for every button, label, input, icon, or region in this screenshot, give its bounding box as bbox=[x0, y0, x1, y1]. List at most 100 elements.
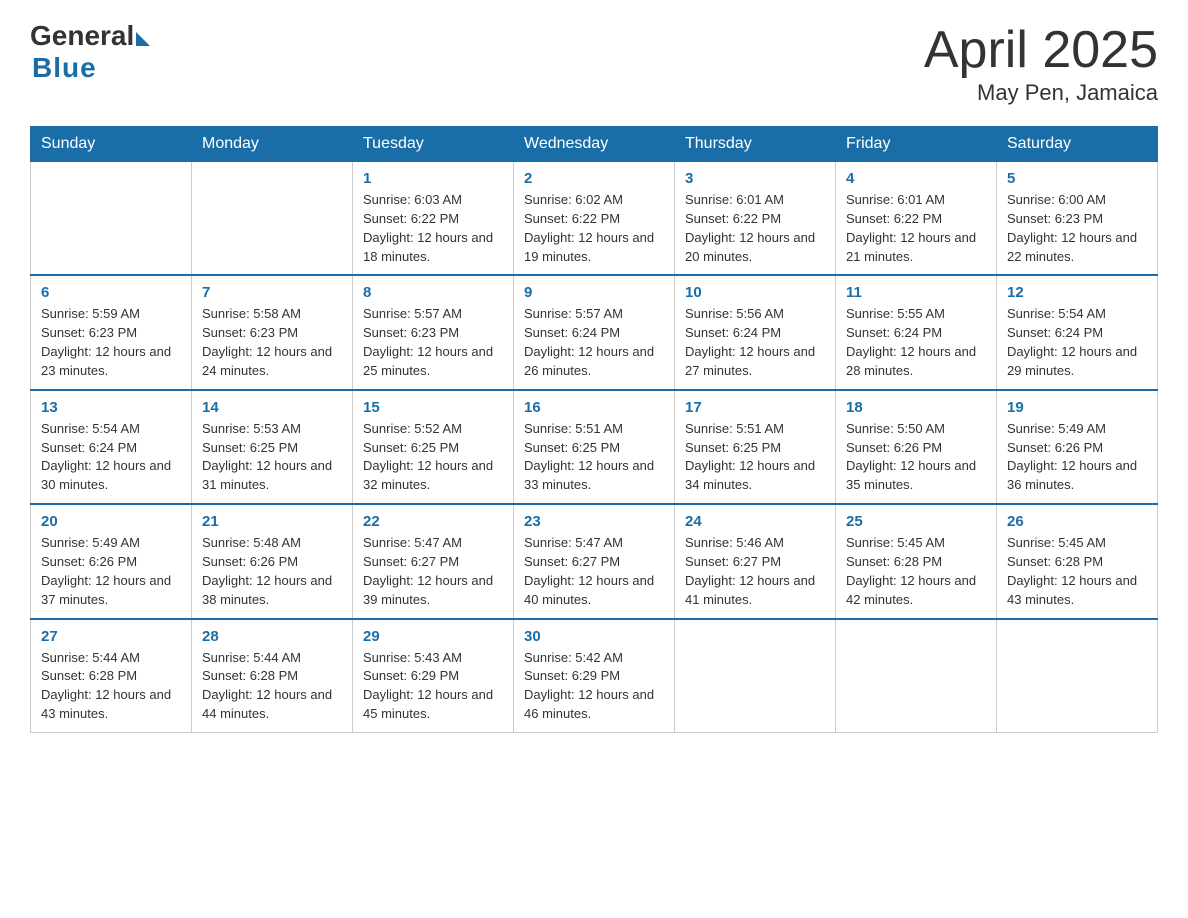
day-number: 21 bbox=[202, 513, 342, 530]
day-info: Sunrise: 5:45 AMSunset: 6:28 PMDaylight:… bbox=[1007, 534, 1147, 609]
day-number: 14 bbox=[202, 399, 342, 416]
day-info: Sunrise: 5:52 AMSunset: 6:25 PMDaylight:… bbox=[363, 420, 503, 495]
day-info: Sunrise: 6:02 AMSunset: 6:22 PMDaylight:… bbox=[524, 191, 664, 266]
table-row bbox=[836, 619, 997, 733]
table-row: 11Sunrise: 5:55 AMSunset: 6:24 PMDayligh… bbox=[836, 275, 997, 389]
day-info: Sunrise: 5:56 AMSunset: 6:24 PMDaylight:… bbox=[685, 305, 825, 380]
table-row: 9Sunrise: 5:57 AMSunset: 6:24 PMDaylight… bbox=[514, 275, 675, 389]
day-number: 29 bbox=[363, 628, 503, 645]
day-number: 7 bbox=[202, 284, 342, 301]
col-tuesday: Tuesday bbox=[353, 127, 514, 162]
month-title: April 2025 bbox=[924, 20, 1158, 80]
day-number: 12 bbox=[1007, 284, 1147, 301]
logo-blue-text: Blue bbox=[32, 52, 97, 84]
day-info: Sunrise: 5:48 AMSunset: 6:26 PMDaylight:… bbox=[202, 534, 342, 609]
col-friday: Friday bbox=[836, 127, 997, 162]
table-row: 10 Sunrise: 5:56 AMSunset: 6:24 PMDayligh… bbox=[675, 275, 836, 389]
table-row: 20 Sunrise: 5:49 AMSunset: 6:26 PMDayligh… bbox=[31, 504, 192, 618]
day-info: Sunrise: 5:51 AMSunset: 6:25 PMDaylight:… bbox=[685, 420, 825, 495]
table-row: 26 Sunrise: 5:45 AMSunset: 6:28 PMDayligh… bbox=[997, 504, 1158, 618]
table-row bbox=[192, 162, 353, 276]
day-info: Sunrise: 5:54 AMSunset: 6:24 PMDaylight:… bbox=[41, 420, 181, 495]
day-info: Sunrise: 5:46 AMSunset: 6:27 PMDaylight:… bbox=[685, 534, 825, 609]
day-number: 15 bbox=[363, 399, 503, 416]
day-number: 24 bbox=[685, 513, 825, 530]
col-sunday: Sunday bbox=[31, 127, 192, 162]
day-number: 3 bbox=[685, 170, 825, 187]
day-info: Sunrise: 6:01 AMSunset: 6:22 PMDaylight:… bbox=[846, 191, 986, 266]
table-row: 6 Sunrise: 5:59 AMSunset: 6:23 PMDaylight… bbox=[31, 275, 192, 389]
day-info: Sunrise: 5:44 AMSunset: 6:28 PMDaylight:… bbox=[41, 649, 181, 724]
table-row: 13 Sunrise: 5:54 AMSunset: 6:24 PMDayligh… bbox=[31, 390, 192, 504]
day-number: 22 bbox=[363, 513, 503, 530]
calendar-week-row: 13 Sunrise: 5:54 AMSunset: 6:24 PMDayligh… bbox=[31, 390, 1158, 504]
day-number: 6 bbox=[41, 284, 181, 301]
day-info: Sunrise: 5:51 AMSunset: 6:25 PMDaylight:… bbox=[524, 420, 664, 495]
day-number: 28 bbox=[202, 628, 342, 645]
table-row: 8 Sunrise: 5:57 AMSunset: 6:23 PMDaylight… bbox=[353, 275, 514, 389]
day-info: Sunrise: 6:01 AMSunset: 6:22 PMDaylight:… bbox=[685, 191, 825, 266]
calendar-week-row: 6 Sunrise: 5:59 AMSunset: 6:23 PMDaylight… bbox=[31, 275, 1158, 389]
day-number: 18 bbox=[846, 399, 986, 416]
table-row: 21 Sunrise: 5:48 AMSunset: 6:26 PMDayligh… bbox=[192, 504, 353, 618]
calendar-table: Sunday Monday Tuesday Wednesday Thursday… bbox=[30, 126, 1158, 733]
day-number: 2 bbox=[524, 170, 664, 187]
table-row: 16 Sunrise: 5:51 AMSunset: 6:25 PMDayligh… bbox=[514, 390, 675, 504]
day-number: 1 bbox=[363, 170, 503, 187]
logo: General Blue bbox=[30, 20, 150, 84]
col-saturday: Saturday bbox=[997, 127, 1158, 162]
day-info: Sunrise: 5:45 AMSunset: 6:28 PMDaylight:… bbox=[846, 534, 986, 609]
day-number: 8 bbox=[363, 284, 503, 301]
table-row: 1 Sunrise: 6:03 AMSunset: 6:22 PMDaylight… bbox=[353, 162, 514, 276]
table-row bbox=[997, 619, 1158, 733]
table-row: 17 Sunrise: 5:51 AMSunset: 6:25 PMDayligh… bbox=[675, 390, 836, 504]
col-monday: Monday bbox=[192, 127, 353, 162]
day-number: 17 bbox=[685, 399, 825, 416]
page-header: General Blue April 2025 May Pen, Jamaica bbox=[30, 20, 1158, 106]
day-info: Sunrise: 5:57 AMSunset: 6:23 PMDaylight:… bbox=[363, 305, 503, 380]
day-info: Sunrise: 5:49 AMSunset: 6:26 PMDaylight:… bbox=[41, 534, 181, 609]
day-info: Sunrise: 5:55 AMSunset: 6:24 PMDaylight:… bbox=[846, 305, 986, 380]
table-row: 23 Sunrise: 5:47 AMSunset: 6:27 PMDayligh… bbox=[514, 504, 675, 618]
day-number: 10 bbox=[685, 284, 825, 301]
logo-arrow-icon bbox=[136, 32, 150, 46]
calendar-week-row: 27 Sunrise: 5:44 AMSunset: 6:28 PMDayligh… bbox=[31, 619, 1158, 733]
day-number: 26 bbox=[1007, 513, 1147, 530]
table-row: 12Sunrise: 5:54 AMSunset: 6:24 PMDayligh… bbox=[997, 275, 1158, 389]
table-row: 4Sunrise: 6:01 AMSunset: 6:22 PMDaylight… bbox=[836, 162, 997, 276]
table-row: 29 Sunrise: 5:43 AMSunset: 6:29 PMDayligh… bbox=[353, 619, 514, 733]
day-info: Sunrise: 5:44 AMSunset: 6:28 PMDaylight:… bbox=[202, 649, 342, 724]
day-number: 20 bbox=[41, 513, 181, 530]
title-block: April 2025 May Pen, Jamaica bbox=[924, 20, 1158, 106]
day-info: Sunrise: 5:43 AMSunset: 6:29 PMDaylight:… bbox=[363, 649, 503, 724]
day-number: 9 bbox=[524, 284, 664, 301]
table-row: 3 Sunrise: 6:01 AMSunset: 6:22 PMDaylight… bbox=[675, 162, 836, 276]
calendar-header-row: Sunday Monday Tuesday Wednesday Thursday… bbox=[31, 127, 1158, 162]
table-row: 19Sunrise: 5:49 AMSunset: 6:26 PMDayligh… bbox=[997, 390, 1158, 504]
col-thursday: Thursday bbox=[675, 127, 836, 162]
day-number: 25 bbox=[846, 513, 986, 530]
day-number: 16 bbox=[524, 399, 664, 416]
day-number: 23 bbox=[524, 513, 664, 530]
day-info: Sunrise: 5:59 AMSunset: 6:23 PMDaylight:… bbox=[41, 305, 181, 380]
table-row: 22Sunrise: 5:47 AMSunset: 6:27 PMDayligh… bbox=[353, 504, 514, 618]
day-info: Sunrise: 5:53 AMSunset: 6:25 PMDaylight:… bbox=[202, 420, 342, 495]
table-row: 30Sunrise: 5:42 AMSunset: 6:29 PMDayligh… bbox=[514, 619, 675, 733]
day-info: Sunrise: 6:03 AMSunset: 6:22 PMDaylight:… bbox=[363, 191, 503, 266]
col-wednesday: Wednesday bbox=[514, 127, 675, 162]
table-row: 28 Sunrise: 5:44 AMSunset: 6:28 PMDayligh… bbox=[192, 619, 353, 733]
day-number: 5 bbox=[1007, 170, 1147, 187]
table-row: 14 Sunrise: 5:53 AMSunset: 6:25 PMDayligh… bbox=[192, 390, 353, 504]
table-row: 27 Sunrise: 5:44 AMSunset: 6:28 PMDayligh… bbox=[31, 619, 192, 733]
logo-line: General bbox=[30, 20, 150, 52]
day-number: 13 bbox=[41, 399, 181, 416]
table-row: 18 Sunrise: 5:50 AMSunset: 6:26 PMDayligh… bbox=[836, 390, 997, 504]
location-title: May Pen, Jamaica bbox=[924, 80, 1158, 106]
table-row: 25 Sunrise: 5:45 AMSunset: 6:28 PMDayligh… bbox=[836, 504, 997, 618]
day-info: Sunrise: 5:47 AMSunset: 6:27 PMDaylight:… bbox=[524, 534, 664, 609]
day-number: 27 bbox=[41, 628, 181, 645]
day-number: 30 bbox=[524, 628, 664, 645]
day-info: Sunrise: 5:50 AMSunset: 6:26 PMDaylight:… bbox=[846, 420, 986, 495]
day-number: 19 bbox=[1007, 399, 1147, 416]
table-row: 2 Sunrise: 6:02 AMSunset: 6:22 PMDaylight… bbox=[514, 162, 675, 276]
